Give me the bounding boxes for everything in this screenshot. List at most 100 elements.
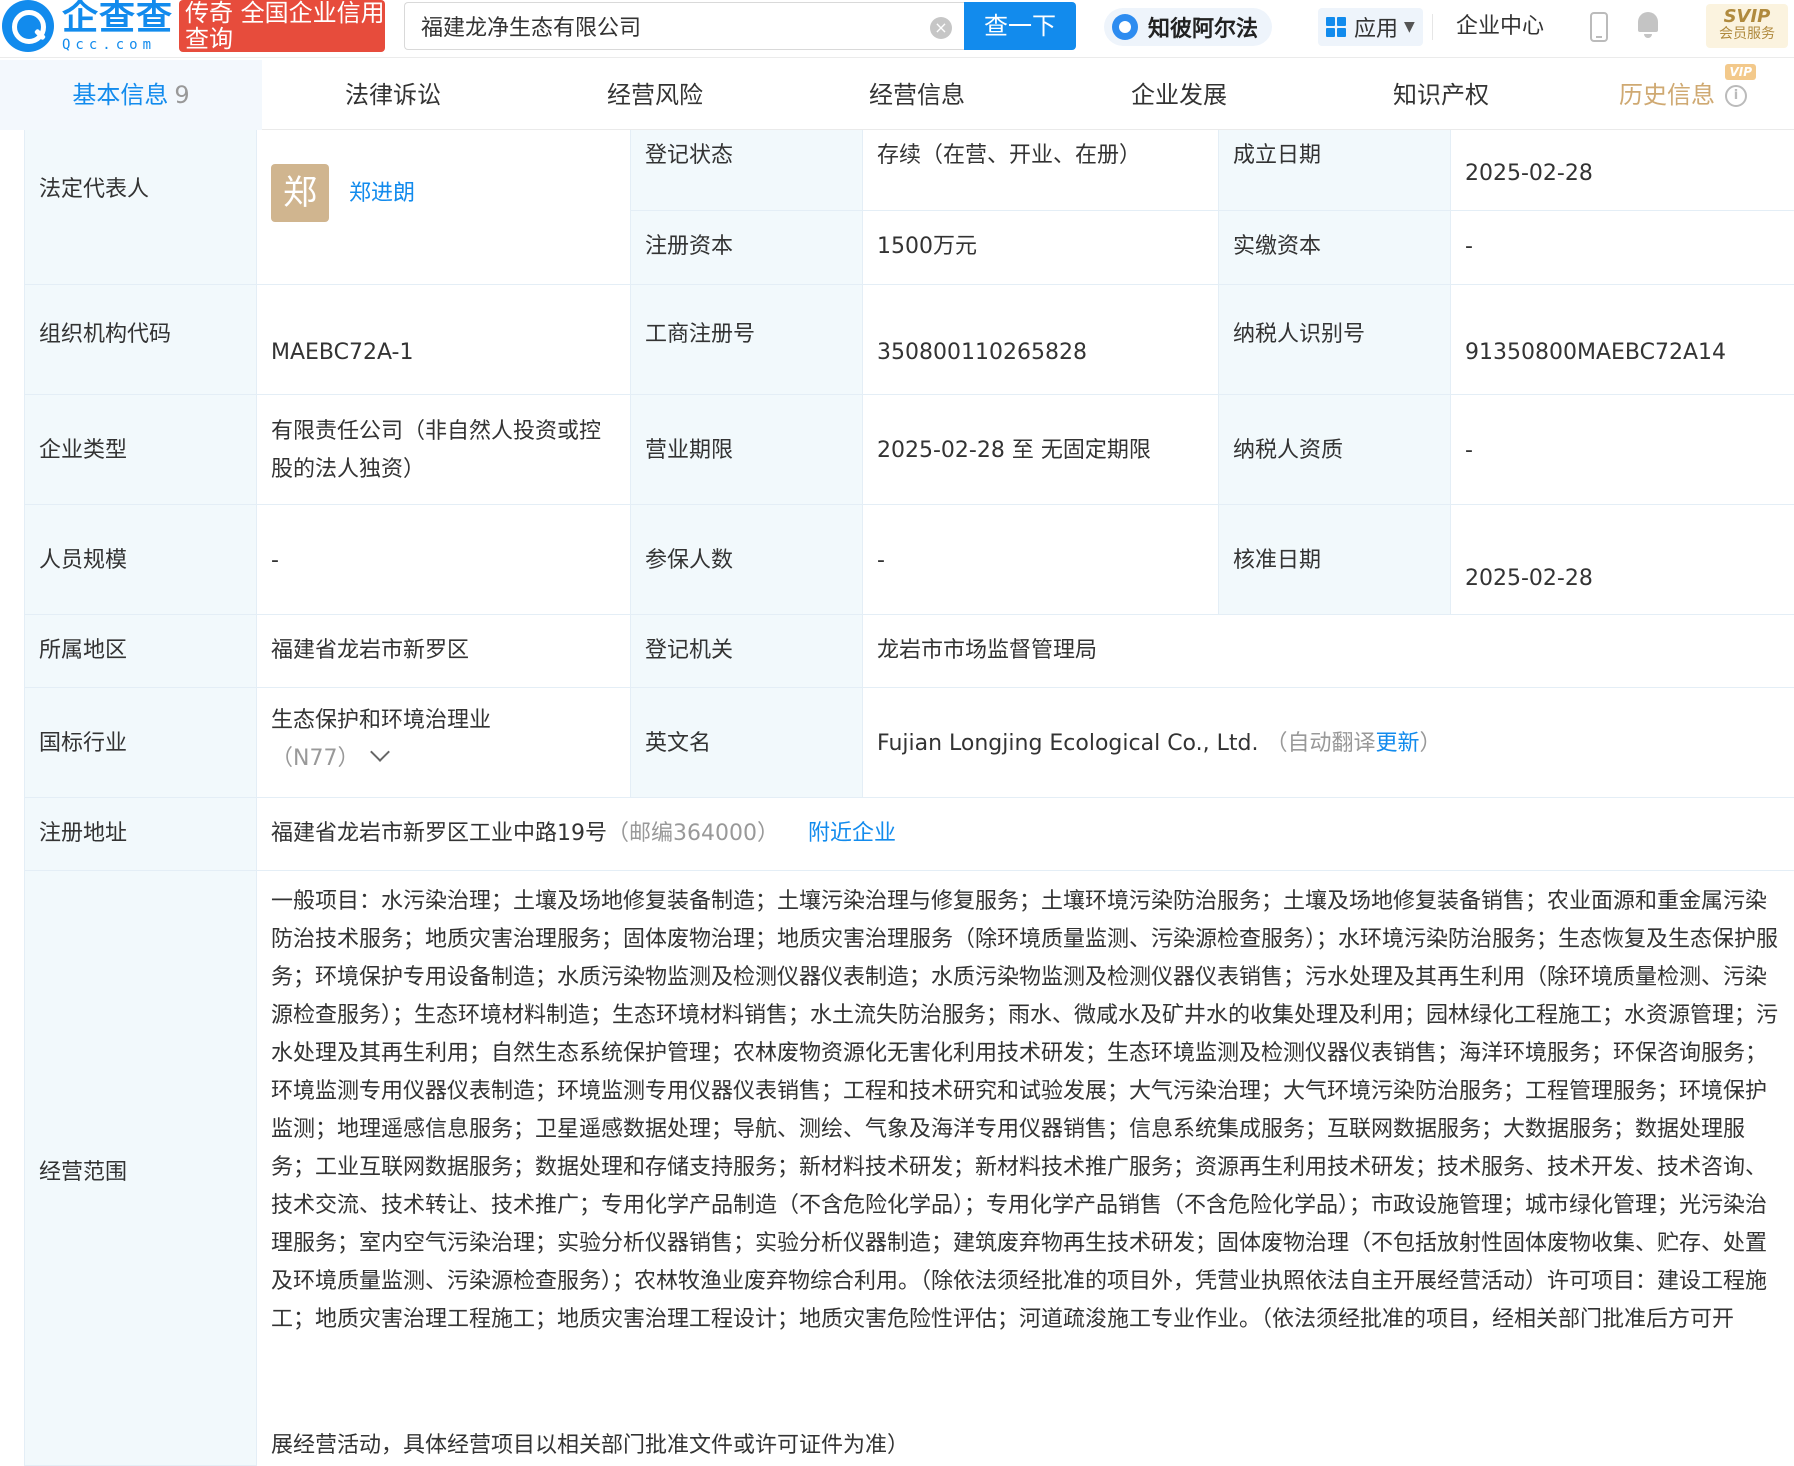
- field-value: 存续（在营、开业、在册）: [877, 143, 1142, 168]
- tab-ip[interactable]: 知识产权: [1310, 60, 1572, 130]
- field-value: 2025-02-28: [1465, 566, 1593, 591]
- apps-menu-button[interactable]: 应用 ▼: [1318, 8, 1423, 46]
- avatar[interactable]: 郑: [271, 164, 329, 222]
- table-cell: 实缴资本: [1219, 211, 1451, 285]
- table-cell: 经营范围: [25, 871, 257, 1466]
- table-cell: 工商注册号: [631, 285, 863, 395]
- table-cell: 人员规模: [25, 505, 257, 615]
- mobile-app-icon[interactable]: [1590, 12, 1608, 42]
- legal-rep-cell: 郑 郑进朗: [257, 130, 631, 285]
- field-label: 国标行业: [39, 731, 128, 756]
- field-value: 2025-02-28: [1465, 161, 1593, 186]
- field-value: -: [271, 548, 279, 573]
- tab-basic-info[interactable]: 基本信息 9: [0, 60, 262, 130]
- field-label: 所属地区: [39, 638, 128, 663]
- table-cell: -: [1451, 395, 1794, 505]
- qcc-logo[interactable]: 企查查 Qcc.com 传奇 全国企业信用查询: [0, 0, 386, 53]
- table-cell: 法定代表人: [25, 130, 257, 285]
- field-value: 350800110265828: [877, 340, 1087, 365]
- table-cell: 2025-02-28 至 无固定期限: [863, 395, 1219, 505]
- tab-history[interactable]: 历史信息 i VIP: [1572, 60, 1794, 130]
- table-cell: 91350800MAEBC72A14: [1451, 285, 1794, 395]
- table-cell: 组织机构代码: [25, 285, 257, 395]
- table-cell: 有限责任公司（非自然人投资或控股的法人独资）: [257, 395, 631, 505]
- field-label: 法定代表人: [39, 177, 150, 202]
- logo-domain: Qcc.com: [62, 37, 157, 53]
- svip-button[interactable]: SVIP 会员服务: [1706, 4, 1788, 48]
- table-cell: 登记机关: [631, 615, 863, 688]
- logo-slogan-badge: 传奇 全国企业信用查询: [179, 0, 386, 52]
- table-cell: 登记状态: [631, 130, 863, 211]
- field-value: 生态保护和环境治理业: [271, 708, 492, 733]
- table-cell: 注册资本: [631, 211, 863, 285]
- table-cell: 龙岩市市场监督管理局: [863, 615, 1794, 688]
- business-scope-tail: 展经营活动，具体经营项目以相关部门批准文件或许可证件为准）: [271, 1433, 910, 1458]
- tab-count: 9: [174, 81, 190, 109]
- apps-label: 应用: [1354, 17, 1399, 42]
- field-label: 实缴资本: [1233, 234, 1322, 259]
- field-label: 工商注册号: [645, 322, 756, 347]
- grid-icon: [1326, 17, 1346, 37]
- tab-legal-litigation[interactable]: 法律诉讼: [262, 60, 524, 130]
- table-cell: 注册地址: [25, 798, 257, 871]
- top-header: 企查查 Qcc.com 传奇 全国企业信用查询 × 查一下 知彼阿尔法 应用 ▼…: [0, 0, 1794, 58]
- field-value: -: [1465, 234, 1473, 259]
- table-cell: 营业期限: [631, 395, 863, 505]
- table-cell: 1500万元: [863, 211, 1219, 285]
- basic-info-table: 法定代表人 郑 郑进朗 登记状态 存续（在营、开业、在册） 成立日期 2025-…: [24, 130, 1794, 1466]
- table-cell: -: [1451, 211, 1794, 285]
- legal-rep-link[interactable]: 郑进朗: [349, 178, 415, 210]
- section-tabs: 基本信息 9 法律诉讼 经营风险 经营信息 企业发展 知识产权 历史信息 i VIP: [0, 60, 1794, 130]
- clear-icon[interactable]: ×: [930, 17, 952, 39]
- logo-wordmark: 企查查: [62, 0, 174, 38]
- field-value: 2025-02-28 至 无固定期限: [877, 438, 1151, 463]
- field-value: 福建省龙岩市新罗区: [271, 638, 470, 663]
- tab-development[interactable]: 企业发展: [1048, 60, 1310, 130]
- table-cell: 2025-02-28: [1451, 130, 1794, 211]
- field-value: 1500万元: [877, 234, 977, 259]
- field-label: 登记机关: [645, 638, 734, 663]
- table-cell: -: [863, 505, 1219, 615]
- table-cell: 所属地区: [25, 615, 257, 688]
- zbaef-label: 知彼阿尔法: [1148, 17, 1259, 42]
- field-value: 有限责任公司（非自然人投资或控股的法人独资）: [271, 419, 602, 482]
- table-cell: 福建省龙岩市新罗区: [257, 615, 631, 688]
- field-label: 纳税人资质: [1233, 438, 1344, 463]
- table-cell: MAEBC72A-1: [257, 285, 631, 395]
- field-label: 注册地址: [39, 821, 128, 846]
- bell-icon[interactable]: [1637, 12, 1661, 38]
- update-translation-link[interactable]: 更新: [1375, 731, 1419, 756]
- search-input[interactable]: [405, 3, 964, 49]
- table-cell: 纳税人识别号: [1219, 285, 1451, 395]
- industry-code: （N77）: [271, 746, 360, 771]
- table-cell: 生态保护和环境治理业 （N77）: [257, 688, 631, 798]
- field-value: 福建省龙岩市新罗区工业中路19号: [271, 821, 607, 846]
- chevron-down-icon[interactable]: [370, 742, 391, 762]
- nearby-companies-link[interactable]: 附近企业: [808, 821, 896, 846]
- header-divider: [1432, 14, 1433, 40]
- zbaef-button[interactable]: 知彼阿尔法: [1104, 8, 1273, 46]
- search-box: ×: [404, 2, 964, 50]
- table-cell: 参保人数: [631, 505, 863, 615]
- tab-business-risk[interactable]: 经营风险: [524, 60, 786, 130]
- field-value: -: [877, 548, 885, 573]
- search-button[interactable]: 查一下: [964, 2, 1076, 50]
- field-value: MAEBC72A-1: [271, 340, 414, 365]
- field-label: 注册资本: [645, 234, 734, 259]
- company-center-link[interactable]: 企业中心: [1456, 10, 1544, 44]
- auto-translate-note: （自动翻译: [1265, 731, 1376, 756]
- svip-sublabel: 会员服务: [1719, 25, 1775, 42]
- table-cell: 企业类型: [25, 395, 257, 505]
- svip-label: SVIP: [1723, 6, 1771, 27]
- field-label: 营业期限: [645, 438, 734, 463]
- field-label: 参保人数: [645, 548, 734, 573]
- table-cell: 350800110265828: [863, 285, 1219, 395]
- field-label: 核准日期: [1233, 548, 1322, 573]
- business-scope-text: 一般项目：水污染治理；土壤及场地修复装备制造；土壤污染治理与修复服务；土壤环境污…: [271, 889, 1779, 1332]
- tab-business-info[interactable]: 经营信息: [786, 60, 1048, 130]
- table-cell: -: [257, 505, 631, 615]
- field-label: 企业类型: [39, 438, 128, 463]
- table-cell: 国标行业: [25, 688, 257, 798]
- field-label: 登记状态: [645, 143, 734, 168]
- field-value: Fujian Longjing Ecological Co., Ltd.: [877, 731, 1259, 756]
